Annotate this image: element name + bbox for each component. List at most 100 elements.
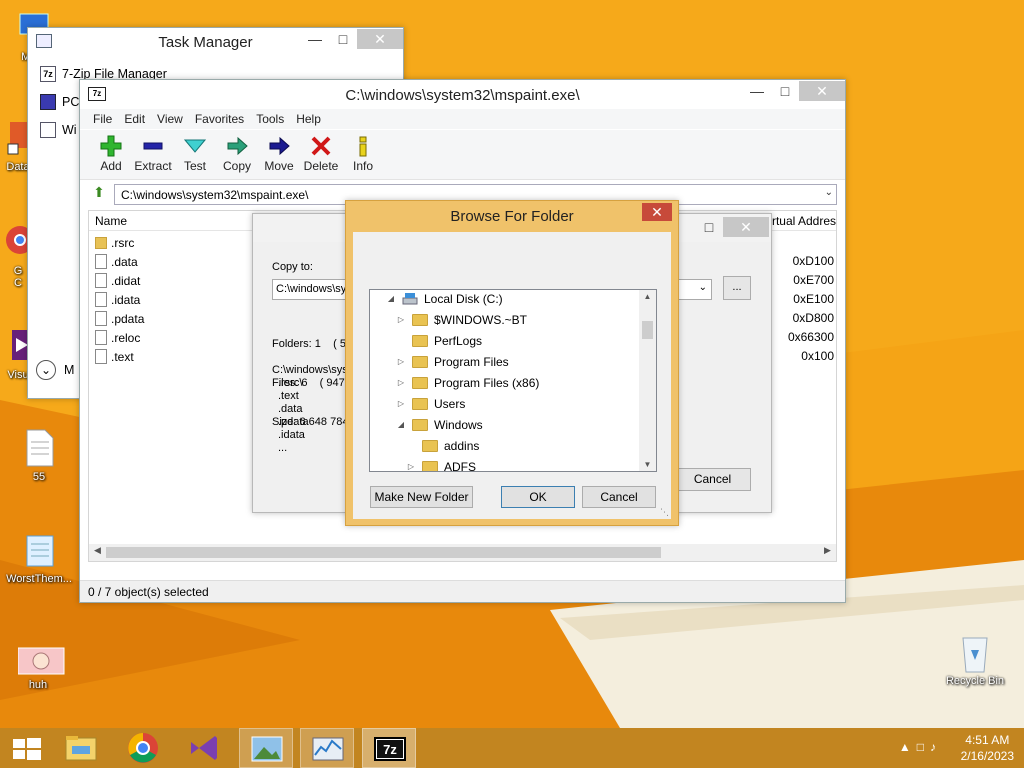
show-hidden-icons-icon[interactable]: ▲ (899, 740, 917, 754)
up-folder-button[interactable]: ⬆ (88, 184, 110, 204)
expanded-arrow-icon[interactable]: ◢ (386, 294, 396, 303)
menu-help[interactable]: Help (290, 109, 327, 129)
minimize-button[interactable]: — (301, 29, 329, 49)
clock-time: 4:51 AM (965, 733, 1010, 747)
desktop-icon-huh[interactable]: huh (0, 646, 76, 691)
volume-icon[interactable]: ♪ (930, 740, 942, 754)
tree-item-adfs[interactable]: ▷ ADFS (406, 456, 476, 471)
menu-tools[interactable]: Tools (250, 109, 290, 129)
scroll-left-icon[interactable]: ◀ (89, 545, 106, 556)
tree-item-addins[interactable]: addins (406, 435, 479, 456)
recycle-bin-icon (955, 632, 995, 673)
taskbar-photos[interactable] (239, 728, 293, 768)
menu-bar: File Edit View Favorites Tools Help (80, 109, 845, 129)
chevron-down-icon[interactable]: ⌄ (699, 282, 707, 293)
make-new-folder-button[interactable]: Make New Folder (370, 486, 473, 508)
tree-item-windows[interactable]: ◢ Windows (396, 414, 483, 435)
collapsed-arrow-icon[interactable]: ▷ (396, 399, 406, 408)
resize-grip-icon[interactable]: ⋱ (660, 507, 669, 518)
scroll-thumb[interactable] (106, 547, 661, 558)
menu-file[interactable]: File (87, 109, 118, 129)
desktop-icon-worstthem[interactable]: WorstThem... (1, 530, 77, 585)
file-name: .data (111, 254, 138, 269)
extract-button[interactable]: Extract (132, 130, 174, 179)
expanded-arrow-icon[interactable]: ◢ (396, 420, 406, 429)
virtual-address-value: 0x100 (801, 349, 834, 363)
collapsed-arrow-icon[interactable]: ▷ (406, 462, 416, 471)
move-label: Move (264, 159, 294, 173)
virtual-address-value: 0xE100 (793, 292, 834, 306)
tree-item-program-files[interactable]: ▷ Program Files (396, 351, 509, 372)
ok-button[interactable]: OK (501, 486, 575, 508)
start-button[interactable] (0, 728, 54, 768)
network-icon[interactable]: □ (917, 740, 930, 754)
window-title: C:\windows\system32\mspaint.exe\ (345, 87, 580, 104)
column-virtual-address[interactable]: rtual Addres (772, 214, 836, 228)
tree-item-local-disk[interactable]: ◢ Local Disk (C:) (386, 290, 503, 309)
list-item[interactable]: .didat (95, 271, 140, 290)
list-item[interactable]: .idata (95, 290, 140, 309)
maximize-button[interactable]: □ (329, 29, 357, 49)
vertical-scrollbar[interactable]: ▲ ▼ (639, 290, 656, 471)
tree-item-label: $WINDOWS.~BT (434, 312, 528, 327)
menu-favorites[interactable]: Favorites (189, 109, 250, 129)
maximize-button[interactable]: □ (771, 81, 799, 101)
column-name[interactable]: Name (95, 214, 127, 228)
delete-button[interactable]: Delete (300, 130, 342, 179)
list-item[interactable]: .rsrc (95, 233, 134, 252)
folder-tree[interactable]: ◢ Local Disk (C:) ▷ $WINDOWS.~BT PerfLog… (369, 289, 657, 472)
browse-button[interactable]: ... (723, 276, 751, 300)
list-item[interactable]: .text (95, 347, 134, 366)
clock[interactable]: 4:51 AM 2/16/2023 (961, 732, 1014, 764)
list-item[interactable]: .pdata (95, 309, 144, 328)
title-bar[interactable]: Task Manager — □ ✕ (28, 28, 403, 58)
taskbar-file-explorer[interactable] (54, 728, 108, 768)
browse-for-folder-dialog[interactable]: Browse For Folder ✕ ◢ Local Disk (C:) ▷ … (345, 200, 679, 526)
close-button[interactable]: ✕ (799, 81, 845, 101)
scroll-thumb[interactable] (642, 321, 653, 339)
collapsed-arrow-icon[interactable]: ▷ (396, 378, 406, 387)
taskbar-visual-studio[interactable] (177, 728, 231, 768)
copy-icon (226, 135, 248, 157)
cancel-button[interactable]: Cancel (582, 486, 656, 508)
tree-item-program-files-x86[interactable]: ▷ Program Files (x86) (396, 372, 539, 393)
desktop-icon-recycle-bin[interactable]: Recycle Bin (937, 632, 1013, 687)
test-button[interactable]: Test (174, 130, 216, 179)
menu-edit[interactable]: Edit (118, 109, 151, 129)
list-item[interactable]: .reloc (95, 328, 140, 347)
maximize-button[interactable]: □ (695, 217, 723, 237)
scroll-down-icon[interactable]: ▼ (639, 460, 656, 469)
taskbar-task-manager[interactable] (300, 728, 354, 768)
menu-view[interactable]: View (151, 109, 189, 129)
title-bar[interactable]: Browse For Folder ✕ (346, 201, 678, 231)
add-label: Add (100, 159, 122, 173)
extract-label: Extract (134, 159, 172, 173)
add-button[interactable]: Add (90, 130, 132, 179)
taskbar-chrome[interactable] (116, 728, 170, 768)
list-item[interactable]: .data (95, 252, 138, 271)
close-button[interactable]: ✕ (723, 217, 769, 237)
close-button[interactable]: ✕ (357, 29, 403, 49)
copy-button[interactable]: Copy (216, 130, 258, 179)
more-details-toggle[interactable]: ⌄ M (36, 360, 74, 380)
tree-item-users[interactable]: ▷ Users (396, 393, 465, 414)
close-button[interactable]: ✕ (642, 203, 672, 221)
info-button[interactable]: Info (342, 130, 384, 179)
list-item-label: PC (62, 95, 80, 109)
horizontal-scrollbar[interactable]: ◀ ▶ (89, 544, 836, 561)
tree-item-perflogs[interactable]: PerfLogs (396, 330, 482, 351)
scroll-up-icon[interactable]: ▲ (639, 292, 656, 301)
tree-item-windows-bt[interactable]: ▷ $WINDOWS.~BT (396, 309, 527, 330)
test-icon (183, 135, 207, 157)
chevron-down-icon[interactable]: ⌄ (825, 187, 833, 198)
collapsed-arrow-icon[interactable]: ▷ (396, 315, 406, 324)
desktop-icon-55[interactable]: 55 (1, 428, 77, 483)
minimize-button[interactable]: — (743, 81, 771, 101)
taskbar-7zip[interactable]: 7z (362, 728, 416, 768)
move-button[interactable]: Move (258, 130, 300, 179)
title-bar[interactable]: 7z C:\windows\system32\mspaint.exe\ — □ … (80, 80, 845, 110)
scroll-right-icon[interactable]: ▶ (819, 545, 836, 556)
collapsed-arrow-icon[interactable]: ▷ (396, 357, 406, 366)
cancel-button[interactable]: Cancel (674, 468, 751, 491)
file-name: .idata (111, 292, 141, 307)
